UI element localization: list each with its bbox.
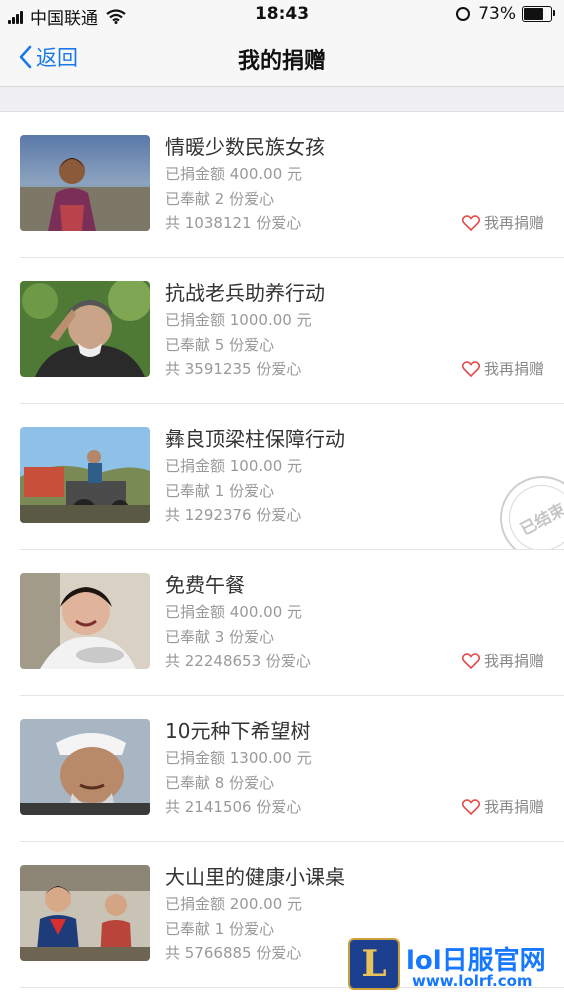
project-title: 情暖少数民族女孩 (165, 135, 325, 159)
donate-again-button[interactable]: 我再捐赠 (461, 796, 544, 817)
project-title: 10元种下希望树 (165, 719, 311, 743)
donation-item[interactable]: 彝良顶梁柱保障行动 已捐金额 100.00 元 已奉献 1 份爱心 共 1292… (20, 404, 564, 550)
total-donations: 共 22248653 份爱心 (165, 652, 311, 670)
status-bar: 中国联通 18:43 73% (0, 0, 564, 30)
total-donations: 共 2141506 份爱心 (165, 798, 302, 816)
page-title: 我的捐赠 (237, 49, 326, 74)
orientation-lock-icon (456, 7, 471, 21)
donation-times: 已奉献 5 份爱心 (165, 335, 275, 354)
donation-info: 免费午餐 已捐金额 400.00 元 已奉献 3 份爱心 共 22248653 … (165, 570, 311, 674)
project-thumbnail (20, 281, 150, 377)
total-donations: 共 5766885 份爱心 (165, 944, 302, 962)
donation-item[interactable]: 情暖少数民族女孩 已捐金额 400.00 元 已奉献 2 份爱心 共 10381… (20, 112, 564, 258)
donated-amount: 已捐金额 400.00 元 (165, 165, 303, 183)
donate-again-button[interactable]: 我再捐赠 (461, 358, 544, 379)
league-logo: L (348, 938, 400, 990)
heart-icon (461, 798, 480, 815)
donate-again-label: 我再捐赠 (483, 360, 544, 378)
donation-info: 彝良顶梁柱保障行动 已捐金额 100.00 元 已奉献 1 份爱心 共 1292… (165, 424, 345, 528)
project-title: 抗战老兵助养行动 (165, 281, 325, 305)
donated-amount: 已捐金额 1000.00 元 (165, 311, 312, 329)
donation-item[interactable]: 10元种下希望树 已捐金额 1300.00 元 已奉献 8 份爱心 共 2141… (20, 696, 564, 842)
donation-times: 已奉献 1 份爱心 (165, 481, 275, 500)
donate-again-label: 我再捐赠 (483, 652, 544, 670)
project-title: 彝良顶梁柱保障行动 (165, 427, 345, 451)
donate-again-button[interactable]: 我再捐赠 (461, 650, 544, 671)
project-title: 大山里的健康小课桌 (165, 865, 345, 889)
nav-bar: 返回 我的捐赠 (0, 30, 564, 87)
status-right: 73% (456, 4, 555, 24)
watermark-url: www.lolrf.com (412, 972, 533, 990)
donated-amount: 已捐金额 200.00 元 (165, 895, 303, 913)
project-thumbnail (20, 427, 150, 523)
donation-item[interactable]: 抗战老兵助养行动 已捐金额 1000.00 元 已奉献 5 份爱心 共 3591… (20, 258, 564, 404)
donation-item[interactable]: 免费午餐 已捐金额 400.00 元 已奉献 3 份爱心 共 22248653 … (20, 550, 564, 696)
donation-list: 情暖少数民族女孩 已捐金额 400.00 元 已奉献 2 份爱心 共 10381… (0, 112, 564, 988)
donation-times: 已奉献 3 份爱心 (165, 627, 275, 646)
total-donations: 共 3591235 份爱心 (165, 360, 302, 378)
total-donations: 共 1038121 份爱心 (165, 214, 302, 232)
donated-amount: 已捐金额 400.00 元 (165, 603, 303, 621)
donated-amount: 已捐金额 1300.00 元 (165, 749, 312, 767)
project-thumbnail (20, 135, 150, 231)
total-donations: 共 1292376 份爱心 (165, 506, 302, 524)
donate-again-button[interactable]: 我再捐赠 (461, 212, 544, 233)
heart-icon (461, 214, 480, 231)
donation-info: 抗战老兵助养行动 已捐金额 1000.00 元 已奉献 5 份爱心 共 3591… (165, 278, 325, 382)
donate-again-label: 我再捐赠 (483, 798, 544, 816)
battery-icon (522, 6, 555, 22)
heart-icon (461, 652, 480, 669)
donation-times: 已奉献 2 份爱心 (165, 189, 275, 208)
donation-times: 已奉献 1 份爱心 (165, 919, 275, 938)
battery-percent: 73% (478, 4, 516, 24)
project-title: 免费午餐 (165, 573, 245, 597)
donation-times: 已奉献 8 份爱心 (165, 773, 275, 792)
donation-info: 10元种下希望树 已捐金额 1300.00 元 已奉献 8 份爱心 共 2141… (165, 716, 312, 820)
project-thumbnail (20, 719, 150, 815)
ended-stamp-label: 已结束 (497, 473, 564, 549)
heart-icon (461, 360, 480, 377)
site-watermark: L lol日服官网 www.lolrf.com (346, 938, 564, 1000)
donation-info: 情暖少数民族女孩 已捐金额 400.00 元 已奉献 2 份爱心 共 10381… (165, 132, 325, 236)
donation-info: 大山里的健康小课桌 已捐金额 200.00 元 已奉献 1 份爱心 共 5766… (165, 862, 345, 966)
donate-again-label: 我再捐赠 (483, 214, 544, 232)
project-thumbnail (20, 865, 150, 961)
ended-stamp: 已结束 (485, 461, 564, 549)
section-gap (0, 87, 564, 112)
donated-amount: 已捐金额 100.00 元 (165, 457, 303, 475)
project-thumbnail (20, 573, 150, 669)
